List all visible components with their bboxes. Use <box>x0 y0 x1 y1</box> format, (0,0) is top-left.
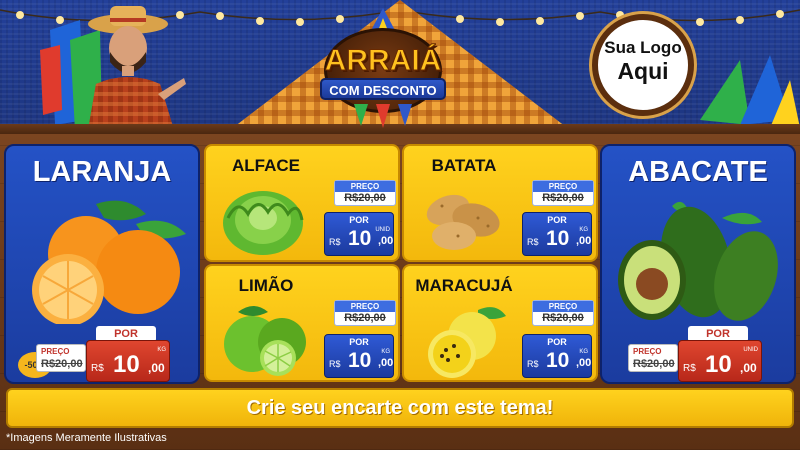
potato-image <box>426 194 500 250</box>
lime-image <box>224 306 306 376</box>
old-price-tag: PREÇO R$20,00 <box>628 344 678 372</box>
old-price-value: R$20,00 <box>633 358 675 370</box>
product-card-limao[interactable]: LIMÃO PREÇO R$20,00 POR R$ 10 ,00 KG <box>204 264 400 382</box>
price-amount: 10 <box>348 349 372 372</box>
price-unit: UNID <box>375 227 390 233</box>
product-name: LARANJA <box>32 156 172 188</box>
product-name: LIMÃO <box>238 276 294 295</box>
price-unit: UNID <box>743 347 758 353</box>
cta-banner[interactable]: Crie seu encarte com este tema! <box>6 388 794 428</box>
price-decimals: ,00 <box>378 357 394 369</box>
currency-symbol: R$ <box>91 363 104 374</box>
product-card-alface[interactable]: ALFACE PREÇO R$20,00 POR R$ 10 ,00 UNID <box>204 144 400 262</box>
old-price-label: PREÇO <box>533 181 593 192</box>
old-price-value: R$20,00 <box>542 192 584 204</box>
price-unit: KG <box>381 349 390 355</box>
por-label: POR <box>349 337 369 347</box>
price-amount: 10 <box>348 227 372 250</box>
product-name: ABACATE <box>628 156 768 188</box>
price-decimals: ,00 <box>576 357 592 369</box>
logo-placeholder[interactable]: Sua Logo Aqui <box>592 14 694 116</box>
new-price-tag: POR R$ 10 ,00 KG <box>324 334 394 378</box>
old-price-value: R$20,00 <box>344 192 386 204</box>
orange-fruit-image <box>32 200 186 324</box>
price-amount: 10 <box>705 351 732 378</box>
product-card-batata[interactable]: BATATA PREÇO R$20,00 POR R$ 10 ,00 KG <box>402 144 598 262</box>
por-label: POR <box>349 215 369 225</box>
currency-symbol: R$ <box>683 363 696 374</box>
old-price-value: R$20,00 <box>344 312 386 324</box>
price-unit: KG <box>579 227 588 233</box>
old-price-label: PREÇO <box>633 347 662 356</box>
logo-text-line1: Sua Logo <box>604 38 682 57</box>
avocado-image <box>618 201 778 321</box>
event-title: ARRAIÁ <box>324 44 442 78</box>
new-price-tag: POR R$ 10 ,00 KG <box>522 334 592 378</box>
old-price-tag: PREÇO R$20,00 <box>334 300 396 326</box>
old-price-label: PREÇO <box>335 301 395 312</box>
event-subtitle: COM DESCONTO <box>320 78 446 100</box>
old-price-tag: PREÇO R$20,00 <box>36 344 86 372</box>
old-price-value: R$20,00 <box>41 358 83 370</box>
old-price-label: PREÇO <box>41 347 70 356</box>
old-price-tag: PREÇO R$20,00 <box>532 300 594 326</box>
currency-symbol: R$ <box>527 359 539 369</box>
por-label: POR <box>547 337 567 347</box>
lettuce-image <box>223 191 304 255</box>
product-card-maracuja[interactable]: MARACUJÁ PREÇO R$20,00 POR R$ 10 ,00 KG <box>402 264 598 382</box>
new-price-tag: R$ 10 ,00 UNID <box>678 340 762 382</box>
currency-symbol: R$ <box>329 359 341 369</box>
old-price-label: PREÇO <box>533 301 593 312</box>
product-card-abacate[interactable]: ABACATE POR PREÇO R$20,00 R$ 10 ,00 UNID <box>600 144 796 384</box>
new-price-tag: POR R$ 10 ,00 UNID <box>324 212 394 256</box>
event-title-badge: ARRAIÁ COM DESCONTO <box>312 8 454 128</box>
old-price-tag: PREÇO R$20,00 <box>532 180 594 206</box>
product-card-laranja[interactable]: LARANJA -50% POR PREÇO R$20,00 R$ 10 ,00… <box>4 144 200 384</box>
man-in-hat-illustration <box>88 6 186 130</box>
old-price-label: PREÇO <box>335 181 395 192</box>
lanterns-bottom-icon <box>354 104 412 128</box>
price-amount: 10 <box>113 351 140 378</box>
price-decimals: ,00 <box>378 235 394 247</box>
currency-symbol: R$ <box>527 237 539 247</box>
currency-symbol: R$ <box>329 237 341 247</box>
price-unit: KG <box>157 347 166 353</box>
passion-fruit-image <box>428 307 506 378</box>
price-decimals: ,00 <box>576 235 592 247</box>
price-decimals: ,00 <box>740 361 757 375</box>
product-name: MARACUJÁ <box>415 276 513 295</box>
old-price-value: R$20,00 <box>542 312 584 324</box>
new-price-tag: R$ 10 ,00 KG <box>86 340 170 382</box>
por-label: POR <box>547 215 567 225</box>
product-name: BATATA <box>431 156 497 175</box>
logo-text-line2: Aqui <box>617 58 669 84</box>
price-unit: KG <box>579 349 588 355</box>
product-name: ALFACE <box>232 156 300 175</box>
price-amount: 10 <box>546 349 570 372</box>
disclaimer-text: *Imagens Meramente Ilustrativas <box>6 432 167 444</box>
price-amount: 10 <box>546 227 570 250</box>
old-price-tag: PREÇO R$20,00 <box>334 180 396 206</box>
price-decimals: ,00 <box>148 361 165 375</box>
festa-flags-right-icon <box>700 55 800 128</box>
new-price-tag: POR R$ 10 ,00 KG <box>522 212 592 256</box>
